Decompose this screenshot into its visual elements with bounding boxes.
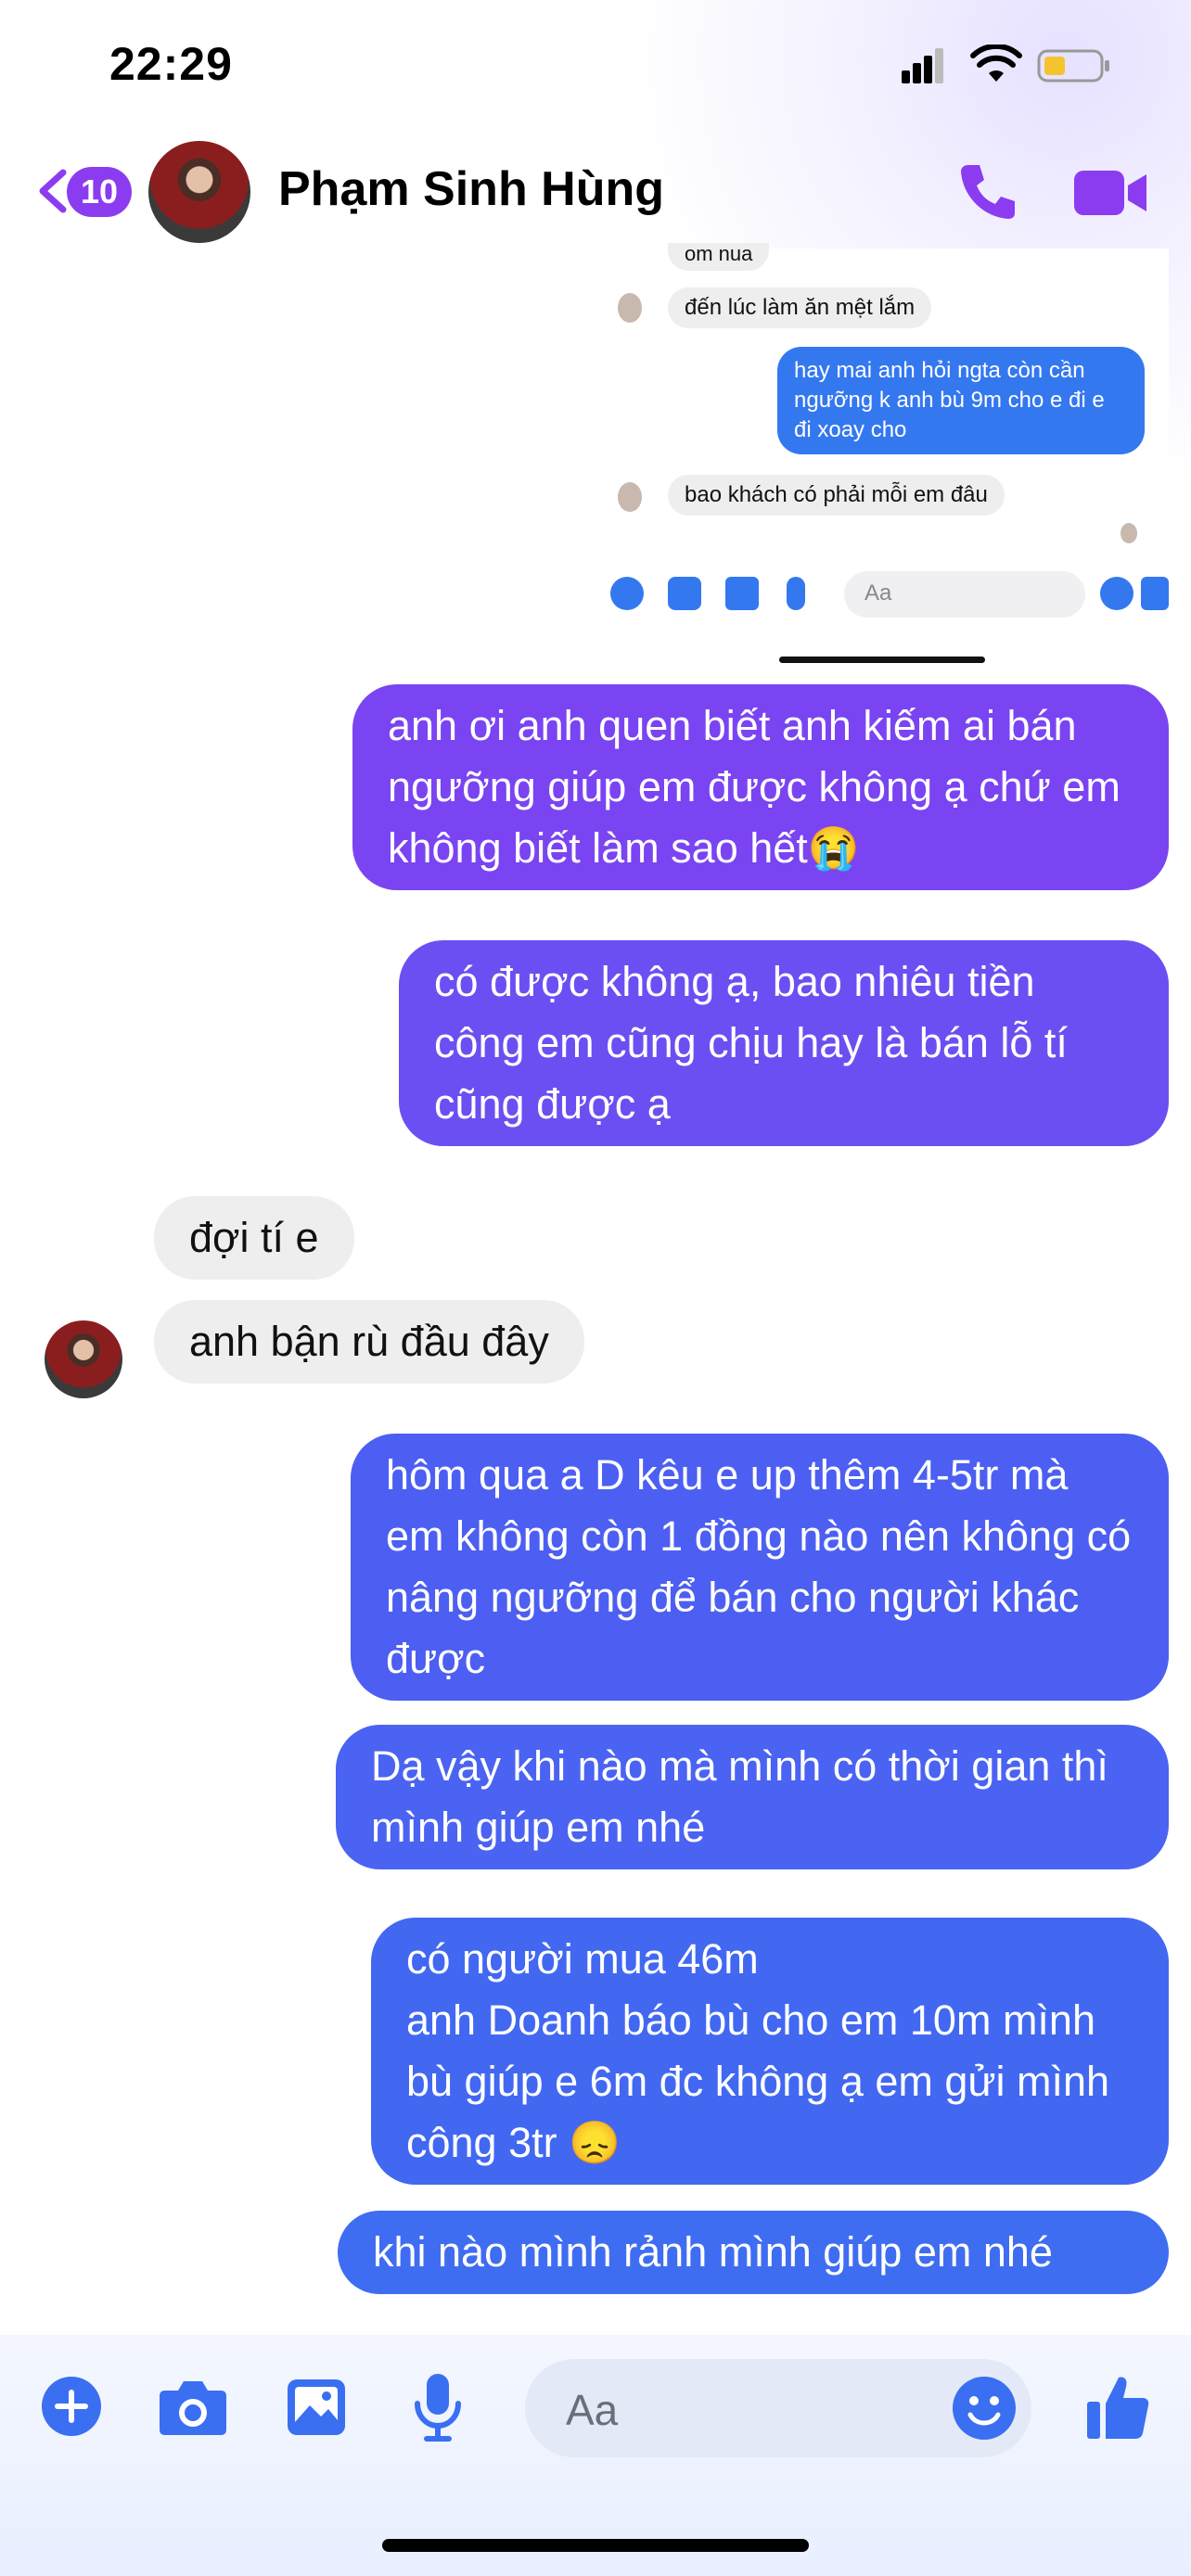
embedded-composer: Aa bbox=[607, 571, 1169, 618]
embedded-input: Aa bbox=[844, 571, 1085, 618]
contact-name[interactable]: Phạm Sinh Hùng bbox=[278, 161, 664, 217]
embedded-like-icon bbox=[1141, 577, 1169, 610]
message-bubble-outgoing[interactable]: có người mua 46m anh Doanh báo bù cho em… bbox=[371, 1918, 1169, 2185]
back-button[interactable]: 10 bbox=[35, 161, 137, 221]
embedded-incoming-message: đến lúc làm ăn mệt lắm bbox=[668, 287, 932, 328]
camera-icon[interactable] bbox=[158, 2378, 228, 2437]
embedded-avatar bbox=[618, 293, 642, 323]
home-indicator bbox=[382, 2539, 809, 2552]
embedded-emoji-icon bbox=[1100, 577, 1133, 610]
embedded-outgoing-message: hay mai anh hỏi ngta còn cần ngưỡng k an… bbox=[777, 347, 1145, 454]
embedded-home-indicator bbox=[779, 657, 985, 663]
thumbs-up-icon[interactable] bbox=[1085, 2372, 1150, 2441]
shared-screenshot-image[interactable]: om nua đến lúc làm ăn mệt lắm hay mai an… bbox=[482, 243, 1169, 668]
status-bar: 22:29 bbox=[0, 0, 1191, 139]
message-bubble-outgoing[interactable]: khi nào mình rảnh mình giúp em nhé bbox=[338, 2211, 1169, 2294]
message-bubble-incoming[interactable]: anh bận rù đầu đây bbox=[154, 1300, 584, 1384]
cellular-signal-icon bbox=[902, 48, 944, 83]
chat-header: 10 Phạm Sinh Hùng bbox=[0, 139, 1191, 249]
clock: 22:29 bbox=[109, 38, 233, 90]
phone-call-icon[interactable] bbox=[955, 159, 1020, 224]
contact-avatar-small[interactable] bbox=[45, 1320, 122, 1398]
message-bubble-outgoing[interactable]: hôm qua a D kêu e up thêm 4-5tr mà em kh… bbox=[351, 1434, 1169, 1701]
wifi-icon bbox=[970, 45, 1022, 82]
embedded-mic-icon bbox=[787, 577, 805, 610]
embedded-read-receipt bbox=[1121, 523, 1137, 543]
plus-icon[interactable] bbox=[41, 2376, 102, 2437]
battery-icon bbox=[1037, 49, 1109, 83]
message-bubble-outgoing[interactable]: Dạ vậy khi nào mà mình có thời gian thì … bbox=[336, 1725, 1169, 1869]
embedded-incoming-message: bao khách có phải mỗi em đâu bbox=[668, 475, 1005, 516]
embedded-image-icon bbox=[725, 577, 759, 610]
microphone-icon[interactable] bbox=[414, 2372, 462, 2442]
image-gallery-icon[interactable] bbox=[286, 2378, 347, 2437]
video-call-icon[interactable] bbox=[1072, 165, 1148, 221]
embedded-plus-icon bbox=[610, 577, 644, 610]
message-bubble-outgoing[interactable]: có được không ạ, bao nhiêu tiền công em … bbox=[399, 940, 1169, 1146]
emoji-icon[interactable] bbox=[952, 2376, 1017, 2441]
embedded-avatar bbox=[618, 482, 642, 512]
contact-avatar[interactable] bbox=[148, 141, 250, 243]
message-input-placeholder: Aa bbox=[566, 2386, 619, 2434]
embedded-partial-message: om nua bbox=[668, 243, 770, 271]
embedded-camera-icon bbox=[668, 577, 701, 610]
message-bubble-incoming[interactable]: đợi tí e bbox=[154, 1196, 354, 1280]
message-bubble-outgoing[interactable]: anh ơi anh quen biết anh kiếm ai bán ngư… bbox=[352, 684, 1169, 890]
unread-count-badge: 10 bbox=[67, 167, 132, 217]
